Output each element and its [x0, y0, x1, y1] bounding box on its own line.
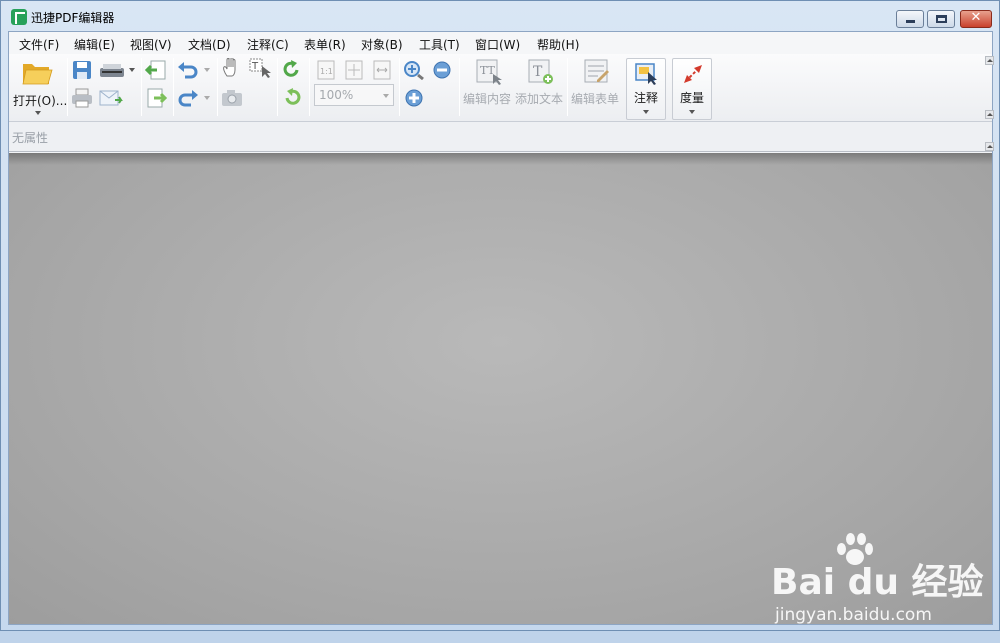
minimize-button[interactable] — [896, 10, 924, 28]
menu-tools[interactable]: 工具(T) — [419, 36, 460, 53]
properties-collapse-icon[interactable] — [985, 142, 994, 151]
zoom-tool-icon[interactable] — [403, 60, 425, 80]
edit-form-icon — [584, 59, 609, 83]
maximize-button[interactable] — [927, 10, 955, 28]
menu-comment[interactable]: 注释(C) — [247, 36, 289, 53]
toolbar-scroll-up-icon[interactable] — [985, 56, 994, 65]
email-icon[interactable] — [99, 88, 125, 108]
watermark-url: jingyan.baidu.com — [775, 605, 932, 625]
import-icon[interactable] — [145, 60, 167, 80]
hand-tool-icon[interactable] — [221, 58, 243, 78]
properties-placeholder: 无属性 — [12, 131, 49, 145]
scan-icon[interactable] — [99, 60, 125, 80]
edit-content-icon: TT — [476, 59, 502, 85]
toolbar-separator — [277, 58, 278, 116]
menu-edit[interactable]: 编辑(E) — [74, 36, 115, 53]
save-icon[interactable] — [71, 60, 93, 80]
redo-dropdown-icon[interactable] — [204, 96, 210, 100]
rotate-counterclockwise-icon[interactable] — [281, 88, 303, 108]
toolbar-scroll-down-icon[interactable] — [985, 110, 994, 119]
fit-page-icon[interactable] — [343, 60, 365, 80]
document-canvas[interactable]: Bai du 经验 jingyan.baidu.com — [9, 153, 992, 625]
comment-tool-icon — [635, 63, 657, 85]
menu-document[interactable]: 文档(D) — [188, 36, 231, 53]
zoom-dropdown-icon — [383, 94, 389, 98]
maximize-icon — [936, 15, 947, 23]
svg-text:T: T — [251, 61, 259, 72]
toolbar-separator — [141, 58, 142, 116]
toolbar-separator — [173, 58, 174, 116]
menu-window[interactable]: 窗口(W) — [475, 36, 520, 53]
menu-file[interactable]: 文件(F) — [19, 36, 59, 53]
undo-dropdown-icon[interactable] — [204, 68, 210, 72]
zoom-in-icon[interactable] — [403, 88, 425, 108]
folder-open-icon — [22, 64, 53, 85]
menu-form[interactable]: 表单(R) — [304, 36, 346, 53]
open-label: 打开(O)... — [13, 94, 68, 108]
toolbar-separator — [399, 58, 400, 116]
title-bar[interactable]: 迅捷PDF编辑器 ✕ — [1, 1, 999, 31]
add-text-label: 添加文本 — [515, 92, 564, 106]
zoom-value: 100% — [319, 88, 354, 102]
close-button[interactable]: ✕ — [960, 10, 992, 28]
app-frame: 文件(F) 编辑(E) 视图(V) 文档(D) 注释(C) 表单(R) 对象(B… — [8, 31, 994, 625]
comment-tool-label: 注释 — [634, 91, 659, 105]
properties-bar: 无属性 — [9, 122, 994, 152]
toolbar-separator — [67, 58, 68, 116]
measure-tool-button[interactable]: 度量 — [672, 58, 712, 120]
export-icon[interactable] — [145, 88, 167, 108]
comment-tool-button[interactable]: 注释 — [626, 58, 666, 120]
main-toolbar: 打开(O)... T 1:1 100% TT 编辑内容 T 添加文本 编辑表单 … — [9, 54, 994, 122]
edit-form-label: 编辑表单 — [571, 92, 620, 106]
window-title: 迅捷PDF编辑器 — [31, 11, 115, 25]
edit-content-button[interactable]: TT 编辑内容 — [463, 56, 513, 106]
open-button[interactable]: 打开(O)... — [11, 56, 67, 120]
baidu-watermark: Bai du 经验 jingyan.baidu.com — [771, 533, 984, 643]
snapshot-icon[interactable] — [221, 88, 243, 108]
toolbar-separator — [459, 58, 460, 116]
measure-tool-label: 度量 — [680, 91, 705, 105]
measure-dropdown-icon — [689, 110, 695, 114]
app-logo-icon — [11, 9, 27, 25]
app-window: 迅捷PDF编辑器 ✕ 文件(F) 编辑(E) 视图(V) 文档(D) 注释(C)… — [0, 0, 1000, 631]
menu-bar: 文件(F) 编辑(E) 视图(V) 文档(D) 注释(C) 表单(R) 对象(B… — [9, 32, 992, 54]
measure-tool-icon — [684, 65, 702, 83]
open-dropdown-icon — [35, 111, 41, 115]
menu-help[interactable]: 帮助(H) — [537, 36, 579, 53]
zoom-out-icon[interactable] — [431, 60, 453, 80]
fit-width-icon[interactable] — [371, 60, 393, 80]
svg-text:T: T — [533, 64, 543, 80]
toolbar-separator — [567, 58, 568, 116]
menu-view[interactable]: 视图(V) — [130, 36, 172, 53]
add-text-button[interactable]: T 添加文本 — [515, 56, 565, 106]
toolbar-separator — [217, 58, 218, 116]
select-text-icon[interactable]: T — [249, 58, 271, 78]
add-text-icon: T — [528, 59, 553, 84]
redo-icon[interactable] — [177, 88, 199, 108]
scan-dropdown-icon[interactable] — [129, 68, 135, 72]
watermark-logo: Bai du 经验 — [771, 562, 984, 603]
svg-text:1:1: 1:1 — [320, 67, 333, 76]
edit-content-label: 编辑内容 — [463, 92, 512, 106]
actual-size-icon[interactable]: 1:1 — [315, 60, 337, 80]
minimize-icon — [906, 20, 915, 23]
rotate-clockwise-icon[interactable] — [281, 60, 303, 80]
undo-icon[interactable] — [177, 60, 199, 80]
zoom-select[interactable]: 100% — [314, 84, 394, 106]
print-icon[interactable] — [71, 88, 93, 108]
toolbar-separator — [309, 58, 310, 116]
menu-object[interactable]: 对象(B) — [361, 36, 403, 53]
edit-form-button[interactable]: 编辑表单 — [571, 56, 621, 106]
comment-dropdown-icon — [643, 110, 649, 114]
close-icon: ✕ — [970, 10, 982, 25]
